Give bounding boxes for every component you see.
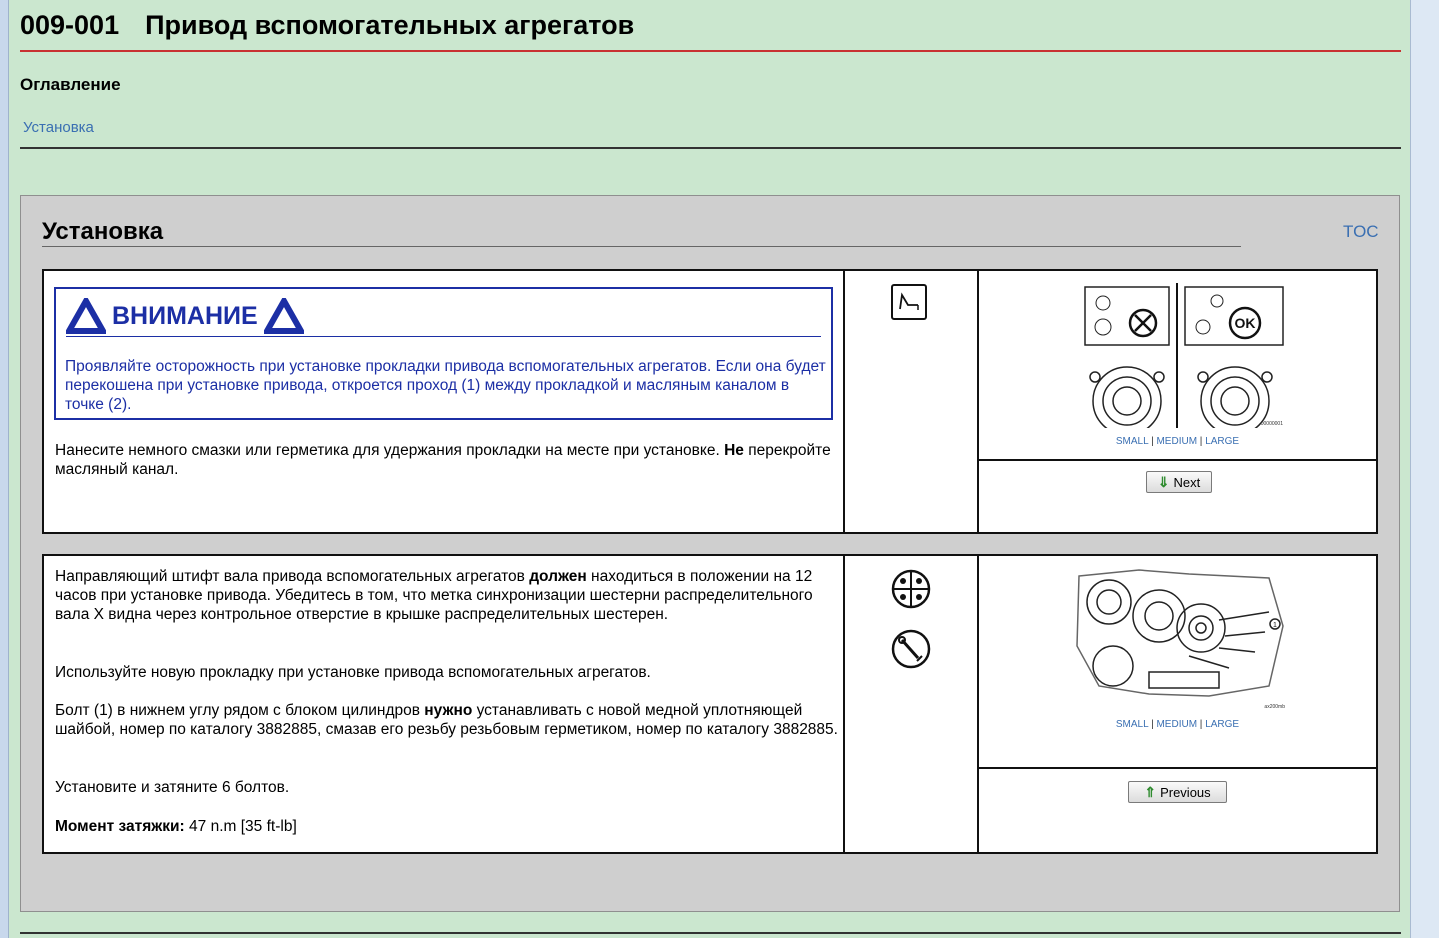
next-button[interactable]: ⇓ Next <box>1146 471 1212 493</box>
accessory-drive-illustration[interactable]: 1 ax200mb <box>1069 566 1291 712</box>
separator: | <box>1197 436 1206 447</box>
step-2-text-column: Направляющий штифт вала привода вспомога… <box>44 556 845 852</box>
step-1: ВНИМАНИЕ Проявляйте осторожность при уст… <box>42 269 1378 534</box>
section-divider <box>42 246 1241 247</box>
toc-back-link[interactable]: TOC <box>1343 222 1379 242</box>
emphasis-text: должен <box>529 568 587 585</box>
gasket-sealant-icon <box>891 284 927 320</box>
size-large-link[interactable]: LARGE <box>1205 436 1239 447</box>
figure-cell: OK 00000001 SMALL | MEDIUM | LARGE <box>979 271 1376 461</box>
size-small-link[interactable]: SMALL <box>1116 719 1148 730</box>
step-1-instruction: Нанесите немного смазки или герметика дл… <box>55 441 840 479</box>
text-segment: Болт (1) в нижнем углу рядом с блоком ци… <box>55 702 425 719</box>
doc-title-text: Привод вспомогательных агрегатов <box>145 10 635 40</box>
previous-button-label: Previous <box>1160 784 1211 800</box>
doc-number: 009-001 <box>20 10 120 40</box>
emphasis-text: Не <box>724 442 744 459</box>
size-small-link[interactable]: SMALL <box>1116 436 1148 447</box>
toc-heading: Оглавление <box>20 75 121 94</box>
previous-button[interactable]: ⇑ Previous <box>1128 781 1227 803</box>
svg-text:OK: OK <box>1235 315 1256 331</box>
emphasis-text: нужно <box>424 702 473 719</box>
right-scrollbar[interactable] <box>1410 0 1439 938</box>
torque-alt: [35 ft-lb] <box>240 818 297 835</box>
step-1-icon-column <box>845 271 979 532</box>
gear-assembly-icon <box>891 569 931 609</box>
step-2-icon-column <box>845 556 979 852</box>
svg-text:1: 1 <box>1273 622 1277 629</box>
toc-link-installation[interactable]: Установка <box>23 119 94 136</box>
warning-triangle-icon <box>263 298 304 334</box>
warning-box: ВНИМАНИЕ Проявляйте осторожность при уст… <box>54 287 833 420</box>
torque-unit: n.m <box>210 818 237 835</box>
step-2-paragraph-2: Используйте новую прокладку при установк… <box>55 664 651 681</box>
size-large-link[interactable]: LARGE <box>1205 719 1239 730</box>
image-size-links: SMALL | MEDIUM | LARGE <box>979 436 1376 447</box>
step-2-paragraph-4: Установите и затяните 6 болтов. <box>55 779 290 796</box>
size-medium-link[interactable]: MEDIUM <box>1156 436 1197 447</box>
warning-header: ВНИМАНИЕ <box>66 297 304 335</box>
step-1-figure-column: OK 00000001 SMALL | MEDIUM | LARGE ⇓ Next <box>979 271 1376 532</box>
torque-wrench-icon <box>891 629 931 669</box>
left-frame <box>0 0 9 938</box>
step-2: Направляющий штифт вала привода вспомога… <box>42 554 1378 854</box>
image-size-links: SMALL | MEDIUM | LARGE <box>979 719 1376 730</box>
text-segment: Нанесите немного смазки или герметика дл… <box>55 442 725 459</box>
bottom-divider <box>20 932 1401 934</box>
step-1-text-column: ВНИМАНИЕ Проявляйте осторожность при уст… <box>44 271 845 532</box>
text-segment: Направляющий штифт вала привода вспомога… <box>55 568 530 585</box>
installation-section: Установка TOC ВНИМАНИЕ Проявляйте осторо… <box>20 195 1400 912</box>
size-medium-link[interactable]: MEDIUM <box>1156 719 1197 730</box>
gasket-position-illustration[interactable]: OK 00000001 <box>1079 283 1289 428</box>
step-2-figure-column: 1 ax200mb SMALL | MEDIUM | LARGE ⇑ Previo… <box>979 556 1376 852</box>
toc-divider <box>20 147 1401 149</box>
figure-id: 00000001 <box>1261 421 1283 427</box>
arrow-down-icon: ⇓ <box>1157 473 1170 490</box>
separator: | <box>1197 719 1206 730</box>
step-2-paragraph-3: Болт (1) в нижнем углу рядом с блоком ци… <box>55 701 840 739</box>
figure-id: ax200mb <box>1264 704 1285 710</box>
warning-text: Проявляйте осторожность при установке пр… <box>65 358 826 413</box>
torque-spec: Момент затяжки: 47 n.m [35 ft-lb] <box>55 817 840 836</box>
torque-value: 47 <box>189 818 207 835</box>
warning-triangle-icon <box>66 298 106 334</box>
figure-cell: 1 ax200mb SMALL | MEDIUM | LARGE <box>979 556 1376 769</box>
warning-divider <box>66 336 821 337</box>
section-title: Установка <box>42 218 164 245</box>
page-title: 009-001 Привод вспомогательных агрегатов <box>20 10 634 41</box>
title-divider <box>20 50 1401 52</box>
step-2-paragraph-1: Направляющий штифт вала привода вспомога… <box>55 567 840 624</box>
warning-label: ВНИМАНИЕ <box>112 301 258 330</box>
torque-label: Момент затяжки: <box>55 818 185 835</box>
next-button-label: Next <box>1173 474 1201 490</box>
arrow-up-icon: ⇑ <box>1144 783 1157 800</box>
